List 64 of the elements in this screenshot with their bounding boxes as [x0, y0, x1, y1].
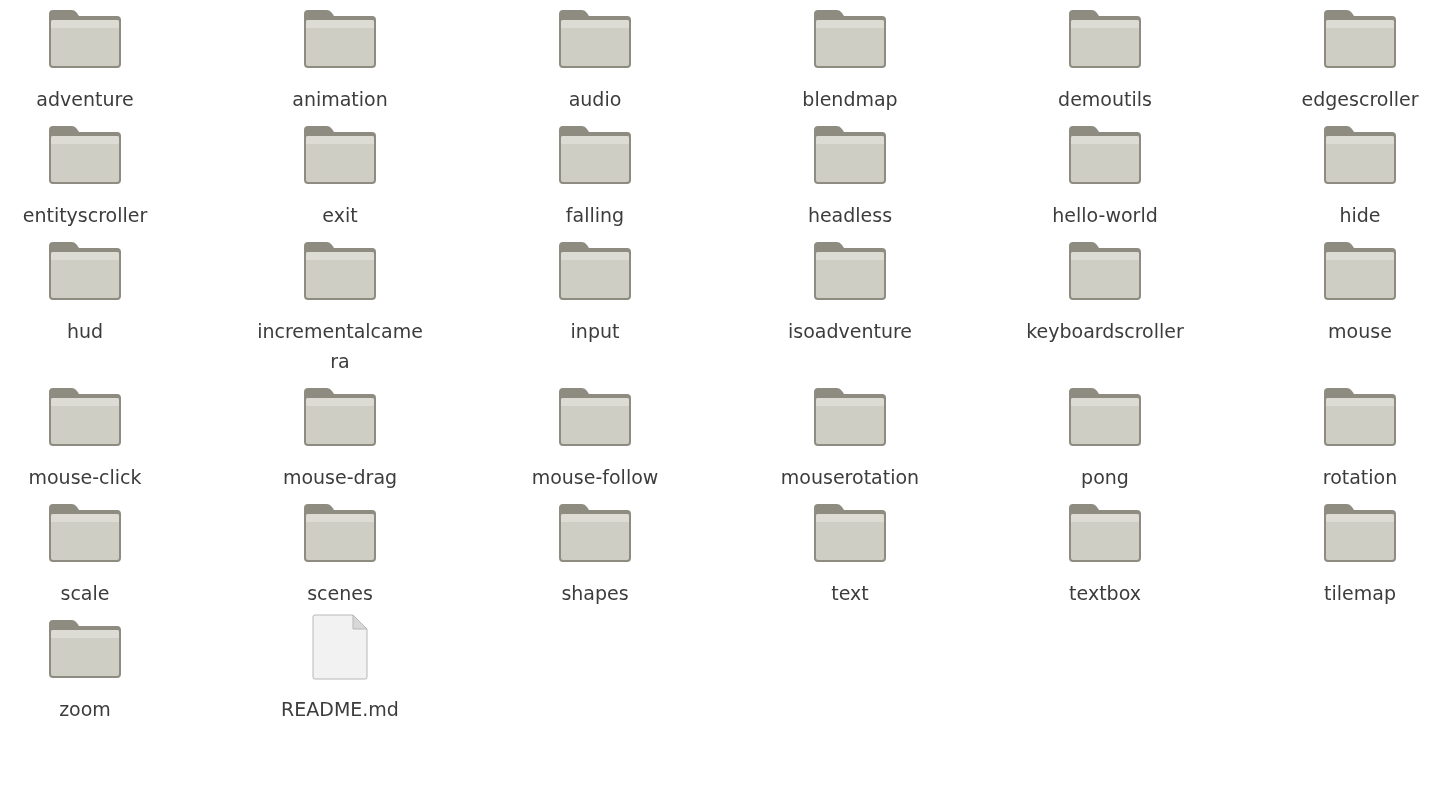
folder-icon [301, 240, 379, 302]
folder-icon [1066, 386, 1144, 448]
file-name: isoadventure [787, 319, 913, 344]
file-name: shapes [561, 581, 629, 606]
folder-icon [1321, 8, 1399, 70]
file-name: demoutils [1058, 87, 1152, 112]
file-name: hud [66, 319, 104, 344]
file-name: keyboardscroller [1026, 319, 1184, 344]
document-icon [309, 614, 371, 680]
folder-icon [46, 386, 124, 448]
file-name: hello-world [1052, 203, 1158, 228]
file-name: textbox [1069, 581, 1141, 606]
file-name: pong [1081, 465, 1129, 490]
file-name: incrementalcamera [256, 319, 424, 374]
folder-icon [46, 240, 124, 302]
folder-icon [556, 240, 634, 302]
folder-icon [301, 124, 379, 186]
file-name: text [831, 581, 869, 606]
file-name: blendmap [802, 87, 898, 112]
file-name: audio [568, 87, 622, 112]
file-name: adventure [36, 87, 134, 112]
file-name: README.md [281, 697, 399, 722]
folder-icon [556, 124, 634, 186]
folder-icon [1066, 240, 1144, 302]
folder-icon [556, 8, 634, 70]
folder-icon [1321, 386, 1399, 448]
folder-icon [811, 386, 889, 448]
file-name: mouserotation [780, 465, 920, 490]
folder-icon [811, 124, 889, 186]
folder-icon [46, 124, 124, 186]
file-name: rotation [1322, 465, 1398, 490]
file-name: scale [60, 581, 110, 606]
folder-icon [1066, 124, 1144, 186]
folder-icon [811, 240, 889, 302]
folder-icon [1066, 502, 1144, 564]
folder-icon [811, 502, 889, 564]
folder-icon [301, 8, 379, 70]
file-name: tilemap [1324, 581, 1396, 606]
folder-icon [556, 386, 634, 448]
folder-icon [1321, 240, 1399, 302]
file-name: edgescroller [1301, 87, 1419, 112]
file-name: animation [292, 87, 388, 112]
folder-icon [46, 8, 124, 70]
file-name: zoom [59, 697, 111, 722]
folder-icon [1321, 124, 1399, 186]
file-name: mouse-drag [282, 465, 398, 490]
folder-icon [46, 618, 124, 680]
file-name: mouse [1328, 319, 1392, 344]
folder-icon [811, 8, 889, 70]
folder-icon [1066, 8, 1144, 70]
folder-icon [301, 386, 379, 448]
file-name: hide [1339, 203, 1381, 228]
file-name: scenes [307, 581, 373, 606]
file-name: mouse-click [28, 465, 142, 490]
file-name: input [570, 319, 620, 344]
file-name: entityscroller [22, 203, 148, 228]
folder-icon [301, 502, 379, 564]
file-name: exit [322, 203, 358, 228]
file-name: falling [565, 203, 625, 228]
file-name: mouse-follow [531, 465, 659, 490]
folder-icon [1321, 502, 1399, 564]
folder-icon [46, 502, 124, 564]
file-name: headless [807, 203, 893, 228]
folder-icon [556, 502, 634, 564]
